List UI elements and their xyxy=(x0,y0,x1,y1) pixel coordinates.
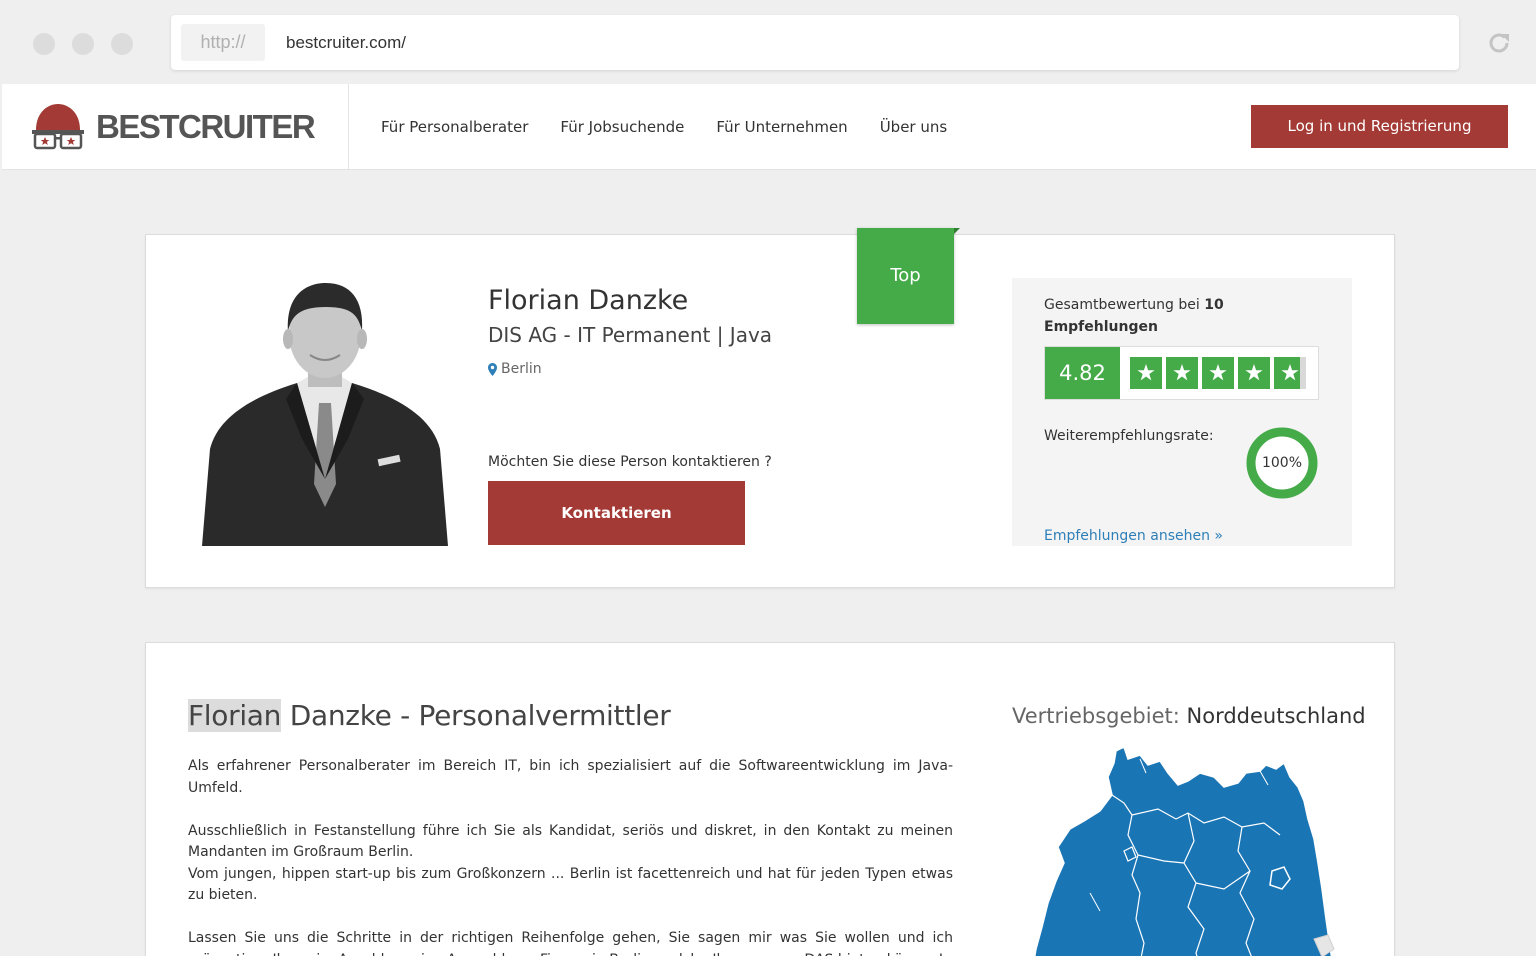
region-value: Norddeutschland xyxy=(1186,704,1366,728)
logo-text: BESTCRUITER xyxy=(96,108,316,145)
star-icon xyxy=(1137,364,1155,381)
recommend-rate-label: Weiterempfehlungsrate: xyxy=(1044,428,1214,444)
browser-chrome: http:// bestcruiter.com/ xyxy=(0,0,1536,84)
about-title-rest: Danzke - Personalvermittler xyxy=(281,699,671,732)
nav-jobsuchende[interactable]: Für Jobsuchende xyxy=(560,118,684,136)
rating-count: 10 xyxy=(1204,297,1224,313)
location-text: Berlin xyxy=(501,361,542,377)
region-map xyxy=(1034,745,1335,956)
window-minimize-dot[interactable] xyxy=(72,33,94,55)
about-paragraph-1: Als erfahrener Personalberater im Bereic… xyxy=(188,758,953,796)
region-label: Vertriebsgebiet: xyxy=(1012,704,1180,728)
logo-nerd-icon xyxy=(32,104,84,150)
view-recommendations-link[interactable]: Empfehlungen ansehen » xyxy=(1044,528,1223,544)
about-body: Als erfahrener Personalberater im Bereic… xyxy=(188,756,953,956)
about-card: Florian Danzke - Personalvermittler Als … xyxy=(145,642,1395,956)
about-paragraph-3: Lassen Sie uns die Schritte in der richt… xyxy=(188,930,953,956)
star-icon xyxy=(1245,364,1263,381)
contact-question: Möchten Sie diese Person kontaktieren ? xyxy=(488,454,772,470)
star-icon xyxy=(1209,364,1227,381)
url-text[interactable]: bestcruiter.com/ xyxy=(286,15,406,70)
main-nav: Für Personalberater Für Jobsuchende Für … xyxy=(381,84,979,170)
rating-title-prefix: Gesamtbewertung bei xyxy=(1044,297,1200,313)
about-title-highlight: Florian xyxy=(188,699,282,732)
profile-name: Florian Danzke xyxy=(488,285,689,316)
rating-title-suffix: Empfehlungen xyxy=(1044,319,1158,335)
nav-unternehmen[interactable]: Für Unternehmen xyxy=(716,118,847,136)
top-badge-fold xyxy=(954,228,960,234)
star-icon xyxy=(1281,364,1299,381)
profile-company: DIS AG - IT Permanent | Java xyxy=(488,323,773,347)
reload-icon[interactable] xyxy=(1487,31,1511,55)
profile-photo xyxy=(202,279,448,546)
about-title: Florian Danzke - Personalvermittler xyxy=(188,699,671,732)
about-paragraph-2a: Ausschließlich in Festanstellung führe i… xyxy=(188,822,953,861)
login-register-button[interactable]: Log in und Registrierung xyxy=(1251,105,1508,148)
rating-panel: Gesamtbewertung bei 10 Empfehlungen 4.82… xyxy=(1012,278,1352,546)
rating-star xyxy=(1130,357,1162,389)
site-header: BESTCRUITER Für Personalberater Für Jobs… xyxy=(2,84,1536,170)
rating-star xyxy=(1166,357,1198,389)
contact-button[interactable]: Kontaktieren xyxy=(488,481,745,545)
rating-star xyxy=(1202,357,1234,389)
rating-star xyxy=(1238,357,1270,389)
rating-title: Gesamtbewertung bei 10 Empfehlungen xyxy=(1044,294,1264,338)
logo[interactable]: BESTCRUITER xyxy=(2,84,349,170)
nav-personalberater[interactable]: Für Personalberater xyxy=(381,118,528,136)
about-paragraph-2b: Vom jungen, hippen start-up bis zum Groß… xyxy=(188,865,953,904)
recommend-rate-value: 100% xyxy=(1261,455,1303,471)
url-protocol: http:// xyxy=(181,24,265,61)
rating-star xyxy=(1274,357,1306,389)
nav-ueber-uns[interactable]: Über uns xyxy=(880,118,948,136)
profile-location: Berlin xyxy=(488,361,542,377)
score-row: 4.82 xyxy=(1044,346,1319,400)
window-close-dot[interactable] xyxy=(33,33,55,55)
star-icon xyxy=(1173,364,1191,381)
profile-card: Florian Danzke DIS AG - IT Permanent | J… xyxy=(145,228,1395,588)
region-title: Vertriebsgebiet: Norddeutschland xyxy=(1012,704,1366,728)
rating-score: 4.82 xyxy=(1045,347,1120,399)
address-bar[interactable]: http:// bestcruiter.com/ xyxy=(171,15,1459,70)
star-rating xyxy=(1130,357,1310,389)
window-maximize-dot[interactable] xyxy=(111,33,133,55)
map-marker-icon xyxy=(488,362,497,376)
recommend-rate-ring: 100% xyxy=(1245,426,1319,500)
top-badge: Top xyxy=(857,228,954,324)
